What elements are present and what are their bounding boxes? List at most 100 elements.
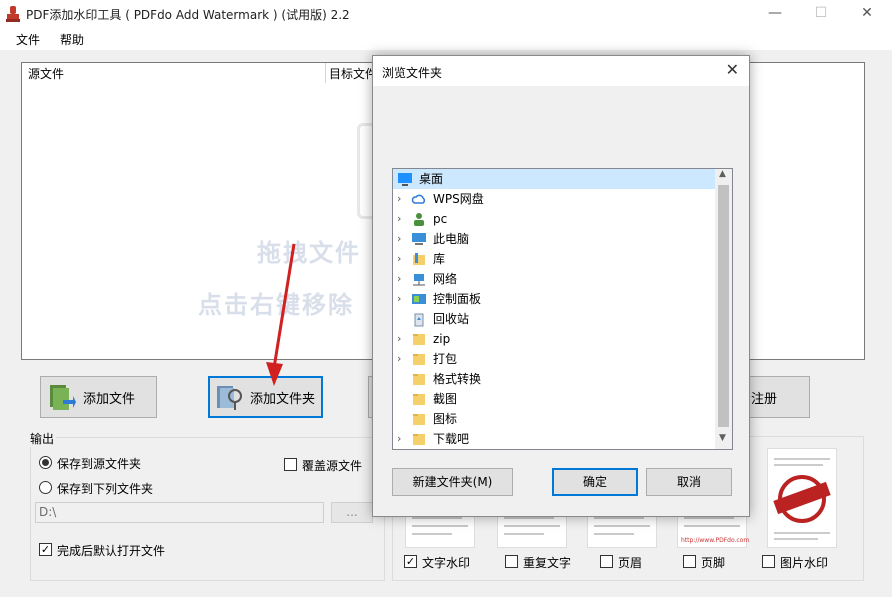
output-group-label: 输出 — [28, 430, 57, 447]
save-to-source-radio[interactable] — [39, 456, 52, 469]
header-checkbox[interactable] — [600, 555, 613, 568]
red-arrow-annotation — [266, 243, 296, 386]
tree-item-label: 格式转换 — [433, 372, 482, 386]
ok-button[interactable]: 确定 — [552, 468, 638, 496]
overwrite-source-label[interactable]: 覆盖源文件 — [302, 457, 362, 474]
add-file-button[interactable]: 添加文件 — [40, 376, 157, 418]
tree-item-label: 此电脑 — [433, 232, 470, 246]
folder-icon — [413, 374, 425, 385]
add-file-label: 添加文件 — [83, 391, 136, 407]
tree-item-label: 桌面 — [419, 172, 444, 186]
tree-item-label: 库 — [433, 252, 446, 266]
tree-item[interactable]: 截图 — [393, 389, 717, 409]
register-label: 注册 — [751, 391, 778, 407]
column-source[interactable]: 源文件 — [28, 65, 64, 82]
tree-item-label: pc — [433, 212, 448, 226]
tree-item[interactable]: › pc — [393, 209, 717, 229]
column-divider — [325, 63, 326, 83]
text-watermark-checkbox[interactable]: ✓ — [404, 555, 417, 568]
tree-item-label: 回收站 — [433, 312, 470, 326]
tree-item-label: 下载吧 — [433, 432, 470, 446]
text-watermark-label[interactable]: 文字水印 — [422, 554, 470, 571]
expand-chevron-icon[interactable]: › — [397, 269, 407, 289]
close-button[interactable]: ✕ — [844, 0, 890, 28]
tree-item-label: 截图 — [433, 392, 458, 406]
open-after-checkbox[interactable]: ✓ — [39, 543, 52, 556]
expand-chevron-icon[interactable]: › — [397, 229, 407, 249]
image-watermark-checkbox[interactable] — [762, 555, 775, 568]
dialog-close-icon[interactable]: ✕ — [726, 60, 739, 79]
tree-scrollbar[interactable]: ▲ ▼ — [715, 169, 732, 449]
scroll-up-icon[interactable]: ▲ — [719, 169, 726, 179]
tree-item-label: 图标 — [433, 412, 458, 426]
save-to-source-label[interactable]: 保存到源文件夹 — [57, 455, 141, 472]
minimize-button[interactable]: — — [752, 0, 798, 28]
desktop-icon — [398, 173, 412, 186]
tree-item[interactable]: › 网络 — [393, 269, 717, 289]
user-icon — [414, 213, 424, 226]
folder-icon — [413, 414, 425, 425]
computer-icon — [412, 233, 426, 245]
folder-icon — [413, 394, 425, 405]
dialog-title-bar: 浏览文件夹 ✕ — [373, 56, 749, 86]
scrollbar-thumb[interactable] — [718, 185, 729, 427]
expand-chevron-icon[interactable]: › — [397, 329, 407, 349]
expand-chevron-icon[interactable]: › — [397, 249, 407, 269]
save-to-folder-radio[interactable] — [39, 481, 52, 494]
tree-item[interactable]: › 打包 — [393, 349, 717, 369]
tree-item[interactable]: 回收站 — [393, 309, 717, 329]
footer-label[interactable]: 页脚 — [701, 554, 725, 571]
expand-chevron-icon[interactable]: › — [397, 209, 407, 229]
repeat-text-label[interactable]: 重复文字 — [523, 554, 571, 571]
control-panel-icon — [412, 294, 426, 304]
tree-item[interactable]: 桌面 — [393, 169, 717, 189]
cancel-button[interactable]: 取消 — [646, 468, 732, 496]
tree-item[interactable]: › 下载吧 — [393, 429, 717, 449]
add-file-icon — [50, 385, 76, 410]
menu-file[interactable]: 文件 — [16, 31, 40, 48]
tree-item-label: 控制面板 — [433, 292, 482, 306]
header-label[interactable]: 页眉 — [618, 554, 642, 571]
tree-item[interactable]: › 控制面板 — [393, 289, 717, 309]
expand-chevron-icon[interactable]: › — [397, 429, 407, 449]
maximize-button[interactable]: ☐ — [798, 0, 844, 28]
tree-item[interactable]: › zip — [393, 329, 717, 349]
folder-icon — [413, 434, 425, 445]
tree-item[interactable]: 格式转换 — [393, 369, 717, 389]
cloud-icon — [411, 194, 426, 204]
open-after-label[interactable]: 完成后默认打开文件 — [57, 542, 165, 559]
image-watermark-label[interactable]: 图片水印 — [780, 554, 828, 571]
recycle-bin-icon — [414, 313, 424, 327]
column-target[interactable]: 目标文件 — [329, 65, 377, 82]
repeat-text-checkbox[interactable] — [505, 555, 518, 568]
title-bar: PDF添加水印工具 ( PDFdo Add Watermark ) (试用版) … — [0, 0, 892, 28]
save-to-folder-label[interactable]: 保存到下列文件夹 — [57, 480, 153, 497]
add-folder-icon — [217, 386, 242, 410]
tree-item-label: zip — [433, 332, 451, 346]
network-icon — [413, 274, 425, 286]
expand-chevron-icon[interactable]: › — [397, 189, 407, 209]
tree-item-label: 打包 — [433, 352, 458, 366]
tree-item[interactable]: › WPS网盘 — [393, 189, 717, 209]
folder-tree[interactable]: 桌面 › WPS网盘 › pc › 此电脑 › 库 › 网络 › 控制面板 回收站 › zip › 打包 格式转换截… — [392, 168, 733, 450]
tree-item[interactable]: › 此电脑 — [393, 229, 717, 249]
expand-chevron-icon[interactable]: › — [397, 289, 407, 309]
new-folder-button[interactable]: 新建文件夹(M) — [392, 468, 513, 496]
overwrite-source-checkbox[interactable] — [284, 458, 297, 471]
folder-icon — [413, 354, 425, 365]
browse-folder-dialog: 浏览文件夹 ✕ 桌面 › WPS网盘 › pc › 此电脑 › 库 › 网络 › 控制面板 回收站 › zip… — [372, 55, 750, 517]
footer-checkbox[interactable] — [683, 555, 696, 568]
folder-icon — [413, 334, 425, 345]
dialog-title: 浏览文件夹 — [382, 66, 443, 80]
output-path-field[interactable]: D:\ — [35, 502, 324, 523]
tree-item-label: 网络 — [433, 272, 458, 286]
tree-item[interactable]: 图标 — [393, 409, 717, 429]
scroll-down-icon[interactable]: ▼ — [719, 433, 726, 443]
expand-chevron-icon[interactable]: › — [397, 349, 407, 369]
menu-help[interactable]: 帮助 — [60, 31, 84, 48]
tree-item[interactable]: › 库 — [393, 249, 717, 269]
thumbnail-image-watermark[interactable] — [767, 448, 837, 548]
footer-url: http://www.PDFdo.com — [681, 537, 750, 544]
window-title: PDF添加水印工具 ( PDFdo Add Watermark ) (试用版) … — [26, 8, 350, 22]
browse-button[interactable]: ... — [331, 502, 373, 523]
